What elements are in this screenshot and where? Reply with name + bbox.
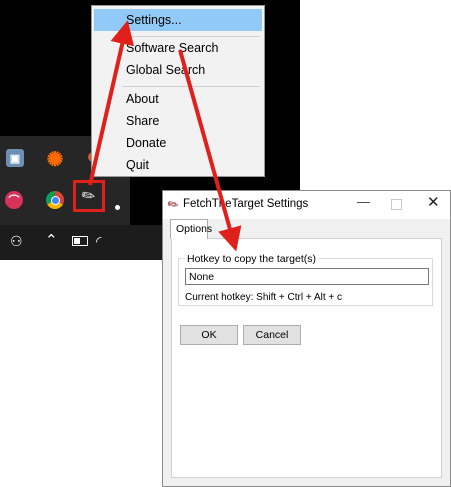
arrow-to-settings bbox=[88, 20, 135, 186]
arrow-to-dialog bbox=[178, 49, 242, 252]
tab-options[interactable]: Options bbox=[170, 219, 212, 239]
annotation-arrows bbox=[88, 20, 242, 252]
